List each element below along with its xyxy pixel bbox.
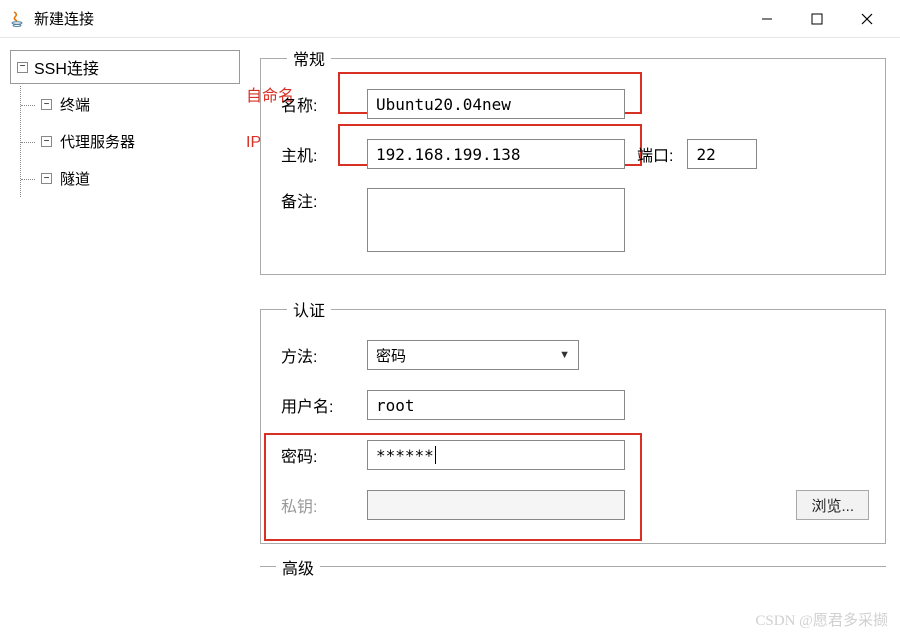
sidebar: − SSH连接 − 终端 − 代理服务器 − 隧道 [0,38,250,634]
password-input[interactable]: ****** [367,440,625,470]
password-value: ****** [376,446,434,465]
general-group: 常规 名称: 主机: 端口: 备注: [260,46,886,275]
watermark: CSDN @愿君多采撷 [755,609,888,630]
annotation-host: IP [246,134,261,152]
method-select[interactable]: 密码 ▼ [367,340,579,370]
tree-root-ssh[interactable]: − SSH连接 [10,50,240,84]
java-icon [8,10,26,28]
chevron-down-icon: ▼ [559,349,570,361]
browse-button[interactable]: 浏览... [796,490,869,520]
minimize-button[interactable] [742,0,792,38]
tree-item-terminal[interactable]: − 终端 [21,86,240,123]
tree-item-label: 隧道 [60,168,90,189]
remark-label: 备注: [277,188,367,212]
window-title: 新建连接 [34,8,94,29]
advanced-group: 高级 [260,566,886,567]
maximize-button[interactable] [792,0,842,38]
method-value: 密码 [376,345,406,366]
tree-item-label: 代理服务器 [60,131,135,152]
collapse-icon: − [41,136,52,147]
window-controls [742,0,892,38]
password-label: 密码: [277,443,367,467]
text-cursor [435,446,436,464]
method-label: 方法: [277,343,367,367]
port-input[interactable] [687,139,757,169]
username-label: 用户名: [277,393,367,417]
main-panel: 自命名 IP 常规 名称: 主机: 端口: 备注: 认证 [250,38,900,634]
collapse-icon: − [41,173,52,184]
tree-root-label: SSH连接 [34,55,99,79]
collapse-icon: − [41,99,52,110]
close-button[interactable] [842,0,892,38]
collapse-icon[interactable]: − [17,62,28,73]
host-input[interactable] [367,139,625,169]
auth-legend: 认证 [287,297,331,321]
tree-item-tunnel[interactable]: − 隧道 [21,160,240,197]
name-input[interactable] [367,89,625,119]
general-legend: 常规 [287,46,331,70]
auth-group: 认证 方法: 密码 ▼ 用户名: 密码: ****** 私钥: [260,297,886,544]
advanced-legend: 高级 [276,555,320,579]
titlebar: 新建连接 [0,0,900,38]
tree-item-proxy[interactable]: − 代理服务器 [21,123,240,160]
host-label: 主机: [277,142,367,166]
port-label: 端口: [637,142,673,166]
tree-item-label: 终端 [60,94,90,115]
name-label: 名称: [277,92,367,116]
privatekey-label: 私钥: [277,493,367,517]
username-input[interactable] [367,390,625,420]
remark-textarea[interactable] [367,188,625,252]
privatekey-input [367,490,625,520]
